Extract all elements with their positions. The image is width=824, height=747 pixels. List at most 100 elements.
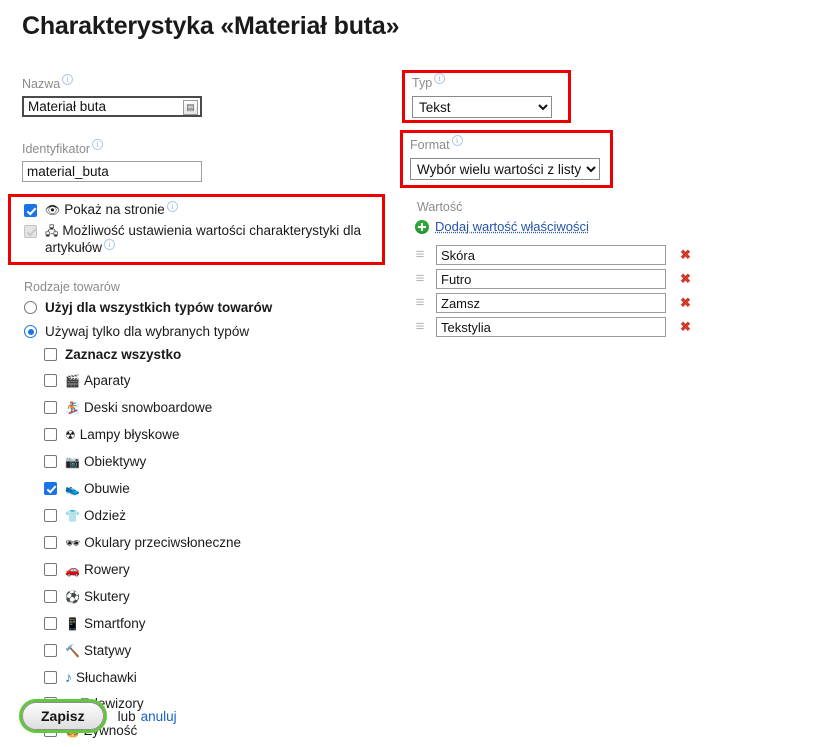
name-label: Nazwa bbox=[22, 77, 61, 91]
radio-selected-types-label: Używaj tylko dla wybranych typów bbox=[45, 324, 250, 339]
value-input-1[interactable] bbox=[436, 269, 666, 289]
type-checkbox-3[interactable] bbox=[44, 455, 57, 468]
type-checkbox-2[interactable] bbox=[44, 428, 57, 441]
type-label-3: Obiektywy bbox=[83, 454, 147, 469]
type-checkbox-4[interactable] bbox=[44, 482, 57, 495]
type-checkbox-8[interactable] bbox=[44, 590, 57, 603]
add-value-row[interactable]: Dodaj wartość właściwości bbox=[415, 219, 589, 234]
delete-value-icon-2[interactable]: ✖ bbox=[680, 296, 691, 310]
value-row: ≡ ✖ bbox=[413, 243, 691, 267]
checkbox-row-type-4[interactable]: 👟 Obuwie bbox=[44, 480, 241, 498]
checkbox-row-type-11[interactable]: ♪ Słuchawki bbox=[44, 669, 241, 686]
option-label-wrap: 🖧 Możliwość ustawienia wartości charakter… bbox=[45, 223, 370, 256]
show-on-site-checkbox[interactable] bbox=[24, 204, 37, 217]
kinds-radio-group: Użyj dla wszystkich typów towarów Używaj… bbox=[24, 299, 272, 347]
type-label-5: Odzież bbox=[83, 508, 126, 523]
music-note-icon: ♪ bbox=[65, 669, 72, 685]
value-input-0[interactable] bbox=[436, 245, 666, 265]
camera-icon: 📷 bbox=[65, 455, 80, 469]
type-label-4: Obuwie bbox=[83, 481, 130, 496]
checkbox-row-type-6[interactable]: 🕶 Okulary przeciwsłoneczne bbox=[44, 534, 241, 552]
checkbox-row-type-10[interactable]: 🔨 Statywy bbox=[44, 642, 241, 660]
drag-handle-icon[interactable]: ≡ bbox=[413, 295, 427, 310]
mobile-phone-icon: 📱 bbox=[65, 617, 80, 631]
name-input[interactable] bbox=[22, 96, 202, 117]
type-checkbox-11[interactable] bbox=[44, 671, 57, 684]
checkbox-row-type-7[interactable]: 🚗 Rowery bbox=[44, 561, 241, 579]
radio-selected-types[interactable] bbox=[24, 325, 37, 338]
value-input-2[interactable] bbox=[436, 293, 666, 313]
save-button[interactable]: Zapisz bbox=[19, 699, 107, 733]
article-values-label: Możliwość ustawienia wartości charaktery… bbox=[45, 223, 361, 255]
format-field-group: Format i Wybór wielu wartości z listy bbox=[410, 135, 600, 180]
options-group: 👁 Pokaż na stronie i 🖧 Możliwość ustawienia… bbox=[24, 201, 374, 260]
or-text: lub bbox=[117, 708, 136, 724]
sunglasses-icon: 🕶 bbox=[65, 536, 81, 550]
type-label: Typ bbox=[412, 76, 433, 90]
checkbox-row-type-2[interactable]: ☢ Lampy błyskowe bbox=[44, 426, 241, 444]
delete-value-icon-3[interactable]: ✖ bbox=[680, 320, 691, 334]
type-checkbox-9[interactable] bbox=[44, 617, 57, 630]
delete-value-icon-1[interactable]: ✖ bbox=[680, 272, 691, 286]
radio-all-types[interactable] bbox=[24, 301, 37, 314]
type-checkbox-5[interactable] bbox=[44, 509, 57, 522]
info-icon[interactable]: i bbox=[166, 201, 178, 212]
format-select[interactable]: Wybór wielu wartości z listy bbox=[410, 158, 600, 180]
checkbox-row-type-0[interactable]: 🎬 Aparaty bbox=[44, 372, 241, 390]
page-title: Charakterystyka «Materiał buta» bbox=[22, 12, 400, 40]
type-checkbox-6[interactable] bbox=[44, 536, 57, 549]
name-field-group: Nazwai ▤ bbox=[22, 74, 202, 117]
type-label-6: Okulary przeciwsłoneczne bbox=[84, 535, 242, 550]
value-section-label: Wartość bbox=[417, 200, 463, 214]
drag-handle-icon[interactable]: ≡ bbox=[413, 247, 427, 262]
info-icon[interactable]: i bbox=[104, 239, 116, 250]
radio-row-selected-types[interactable]: Używaj tylko dla wybranych typów bbox=[24, 323, 272, 340]
checkbox-row-type-5[interactable]: 👕 Odzież bbox=[44, 507, 241, 525]
checkbox-row-type-8[interactable]: ⚽ Skutery bbox=[44, 588, 241, 606]
type-label-10: Statywy bbox=[83, 643, 132, 658]
delete-value-icon-0[interactable]: ✖ bbox=[680, 248, 691, 262]
tshirt-icon: 👕 bbox=[65, 509, 80, 523]
type-select[interactable]: Tekst bbox=[412, 96, 552, 118]
soccer-ball-icon: ⚽ bbox=[65, 590, 80, 604]
radio-all-types-label: Użyj dla wszystkich typów towarów bbox=[45, 300, 273, 315]
drag-handle-icon[interactable]: ≡ bbox=[413, 271, 427, 286]
car-icon: 🚗 bbox=[65, 563, 80, 577]
type-checkbox-10[interactable] bbox=[44, 644, 57, 657]
drag-handle-icon[interactable]: ≡ bbox=[413, 319, 427, 334]
checkbox-row-type-9[interactable]: 📱 Smartfony bbox=[44, 615, 241, 633]
type-label-9: Smartfony bbox=[83, 616, 146, 631]
info-icon[interactable]: i bbox=[92, 139, 104, 150]
option-row-show-on-site[interactable]: 👁 Pokaż na stronie i bbox=[24, 201, 374, 219]
info-icon[interactable]: i bbox=[62, 74, 74, 85]
radio-row-all-types[interactable]: Użyj dla wszystkich typów towarów bbox=[24, 299, 272, 316]
form-actions: Zapisz lub anuluj bbox=[19, 699, 177, 733]
info-icon[interactable]: i bbox=[434, 73, 446, 84]
kinds-section-label: Rodzaje towarów bbox=[24, 280, 120, 294]
select-all-label: Zaznacz wszystko bbox=[65, 347, 182, 362]
checkbox-row-select-all[interactable]: Zaznacz wszystko bbox=[44, 346, 241, 363]
clapper-board-icon: 🎬 bbox=[65, 374, 80, 388]
format-label: Format bbox=[410, 138, 450, 152]
add-value-link[interactable]: Dodaj wartość właściwości bbox=[435, 219, 589, 234]
cancel-link[interactable]: anuluj bbox=[141, 709, 177, 724]
value-input-3[interactable] bbox=[436, 317, 666, 337]
identifier-input[interactable] bbox=[22, 161, 202, 182]
value-row: ≡ ✖ bbox=[413, 291, 691, 315]
language-variants-icon[interactable]: ▤ bbox=[183, 100, 198, 115]
type-checkbox-7[interactable] bbox=[44, 563, 57, 576]
type-checkbox-1[interactable] bbox=[44, 401, 57, 414]
sitemap-icon: 🖧 bbox=[45, 224, 59, 238]
type-label-1: Deski snowboardowe bbox=[83, 400, 213, 415]
option-label-wrap: 👁 Pokaż na stronie i bbox=[45, 201, 178, 219]
checkbox-row-type-3[interactable]: 📷 Obiektywy bbox=[44, 453, 241, 471]
type-checkbox-0[interactable] bbox=[44, 374, 57, 387]
value-row: ≡ ✖ bbox=[413, 267, 691, 291]
snowboard-icon: 🏂 bbox=[65, 401, 80, 415]
checkbox-row-type-1[interactable]: 🏂 Deski snowboardowe bbox=[44, 399, 241, 417]
select-all-checkbox[interactable] bbox=[44, 348, 57, 361]
characteristic-edit-page: Charakterystyka «Materiał buta» Nazwai ▤… bbox=[0, 0, 824, 747]
info-icon[interactable]: i bbox=[451, 135, 463, 146]
type-label-8: Skutery bbox=[83, 589, 130, 604]
type-label-0: Aparaty bbox=[83, 373, 131, 388]
